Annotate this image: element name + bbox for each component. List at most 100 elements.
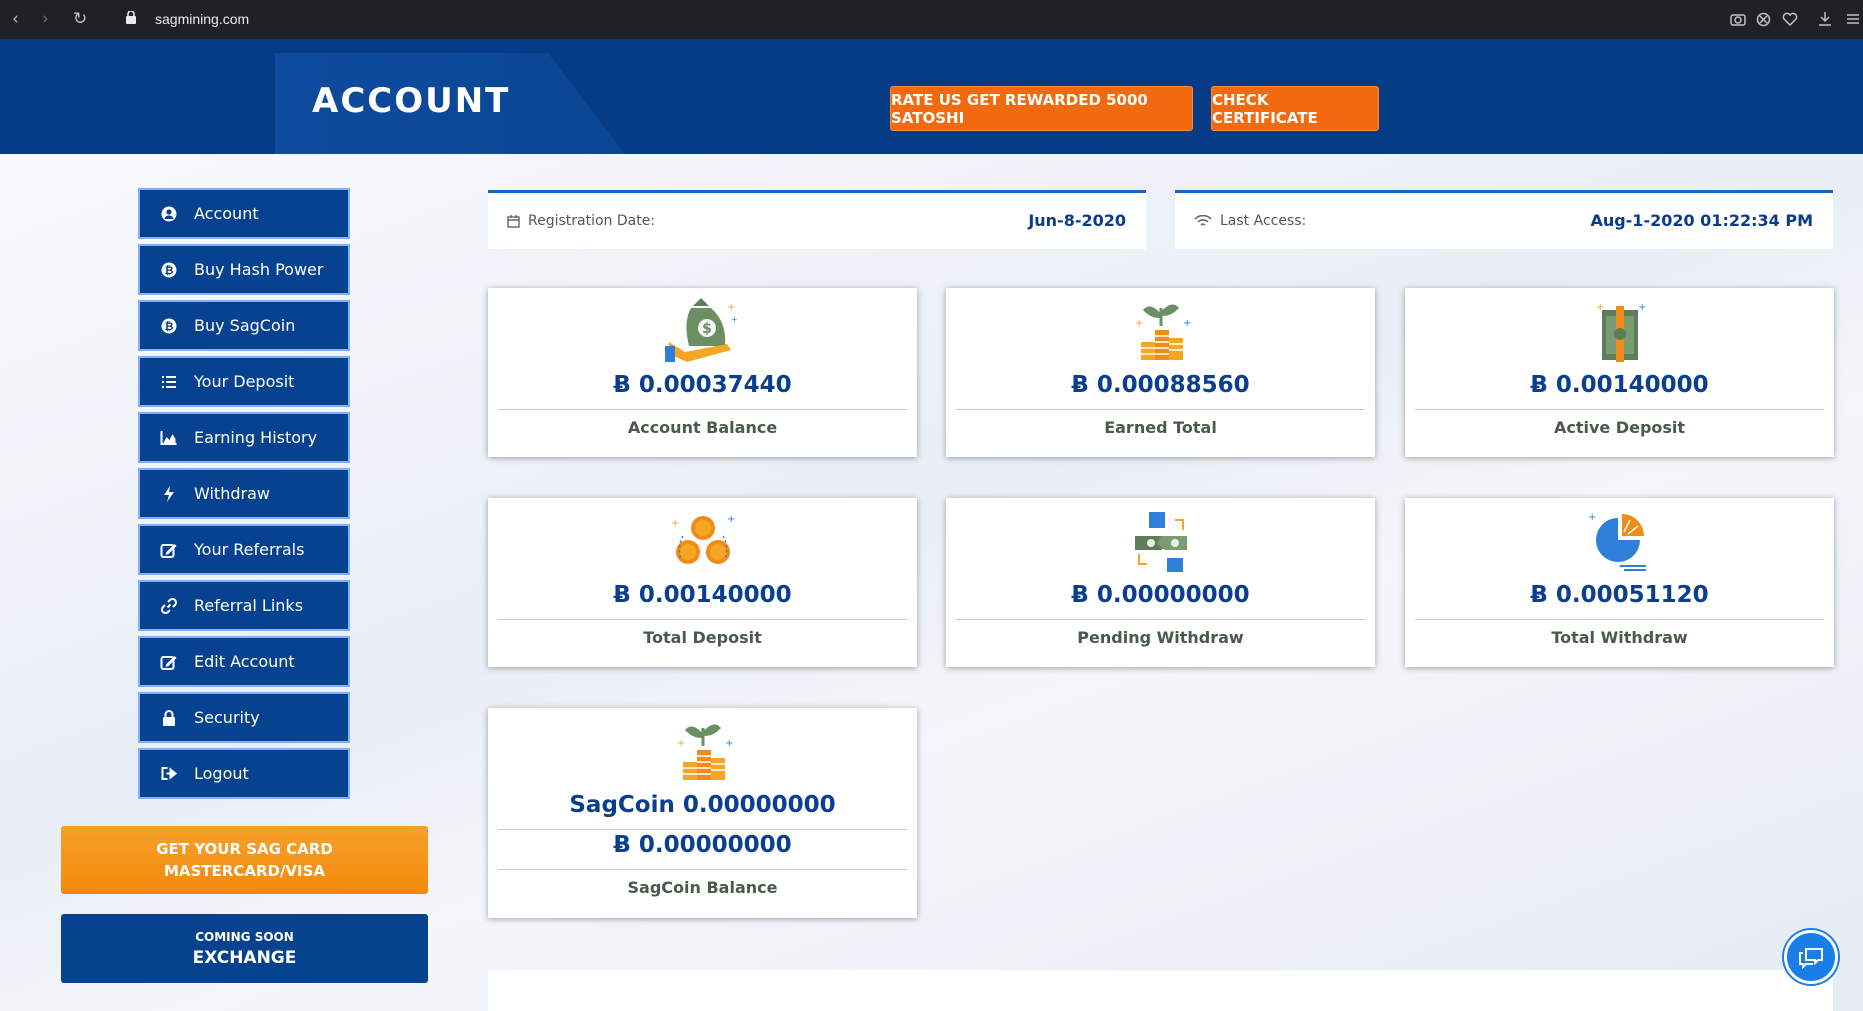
sidebar-item-security[interactable]: Security xyxy=(138,692,350,743)
sidebar-item-label: Referral Links xyxy=(194,596,304,615)
list-icon xyxy=(162,375,176,388)
address-bar[interactable]: sagmining.com xyxy=(155,11,249,27)
card-divider xyxy=(956,619,1365,620)
total-withdraw-label: Total Withdraw xyxy=(1551,628,1688,647)
menu-icon[interactable] xyxy=(1846,13,1860,25)
edit-icon xyxy=(160,655,177,670)
sag-card-promo-button[interactable]: GET YOUR SAG CARD MASTERCARD/VISA xyxy=(61,826,428,894)
promo-line: GET YOUR SAG CARD xyxy=(156,840,333,858)
svg-text:+: + xyxy=(1588,512,1596,523)
sagcoin-amount: SagCoin 0.00000000 xyxy=(569,792,836,818)
last-access-label: Last Access: xyxy=(1220,213,1307,229)
sidebar-item-label: Your Referrals xyxy=(194,540,305,559)
card-divider xyxy=(498,869,907,870)
svg-text:+: + xyxy=(727,302,735,313)
total-deposit-card: + + Ƀ 0.00140000 Total Deposit xyxy=(488,498,917,667)
active-deposit-label: Active Deposit xyxy=(1553,418,1686,437)
total-deposit-label: Total Deposit xyxy=(643,628,762,647)
calendar-icon xyxy=(507,214,520,228)
card-divider xyxy=(498,829,907,830)
registration-label: Registration Date: xyxy=(528,213,656,229)
page-title: ACCOUNT xyxy=(312,81,511,121)
card-divider xyxy=(498,619,907,620)
registration-date-value: Jun-8-2020 xyxy=(1028,211,1126,230)
reload-icon[interactable]: ↻ xyxy=(73,9,87,29)
svg-text:+: + xyxy=(1596,302,1604,313)
sidebar-item-your-deposit[interactable]: Your Deposit xyxy=(138,356,350,407)
sidebar-item-label: Buy SagCoin xyxy=(194,316,296,335)
registration-date-box: Registration Date: Jun-8-2020 xyxy=(488,190,1146,249)
coming-soon-label: COMING SOON xyxy=(195,929,294,944)
svg-text:₿: ₿ xyxy=(165,264,174,277)
sign-out-icon xyxy=(161,767,178,780)
sidebar-item-label: Buy Hash Power xyxy=(194,260,324,279)
sidebar-item-withdraw[interactable]: Withdraw xyxy=(138,468,350,519)
sidebar-item-label: Earning History xyxy=(194,428,318,447)
sidebar-item-label: Edit Account xyxy=(194,652,295,671)
card-divider xyxy=(1415,409,1824,410)
account-balance-label: Account Balance xyxy=(627,418,778,437)
sidebar-item-account[interactable]: Account xyxy=(138,188,350,239)
chat-button[interactable] xyxy=(1784,930,1838,984)
wifi-icon xyxy=(1194,214,1212,226)
lock-icon xyxy=(126,11,136,24)
svg-text:₿: ₿ xyxy=(165,320,174,333)
back-icon[interactable]: ‹ xyxy=(12,9,19,29)
last-access-value: Aug-1-2020 01:22:34 PM xyxy=(1590,211,1813,230)
active-deposit-card: + + Ƀ 0.00140000 Active Deposit xyxy=(1405,288,1834,457)
download-icon[interactable] xyxy=(1818,11,1832,26)
pending-withdraw-amount: Ƀ 0.00000000 xyxy=(1071,582,1250,608)
chat-icon xyxy=(1799,948,1823,969)
link-icon xyxy=(160,597,178,614)
promo-line: MASTERCARD/VISA xyxy=(163,862,326,880)
camera-icon[interactable] xyxy=(1730,12,1746,26)
sagcoin-btc-amount: Ƀ 0.00000000 xyxy=(613,832,792,858)
sagcoin-balance-label: SagCoin Balance xyxy=(627,878,778,897)
sagcoin-balance-card: + + SagCoin 0.00000000 Ƀ 0.00000000 SagC… xyxy=(488,708,917,918)
check-certificate-button[interactable]: CHECK CERTIFICATE xyxy=(1211,86,1379,131)
sidebar-item-label: Withdraw xyxy=(194,484,270,503)
pie-chart-icon: + xyxy=(1588,512,1646,571)
sidebar-item-referral-links[interactable]: Referral Links xyxy=(138,580,350,631)
area-chart-icon xyxy=(160,430,177,445)
rate-us-button[interactable]: RATE US GET REWARDED 5000 SATOSHI xyxy=(890,86,1193,131)
earned-total-amount: Ƀ 0.00088560 xyxy=(1071,372,1250,398)
svg-text:+: + xyxy=(731,315,738,324)
svg-text:+: + xyxy=(677,738,685,749)
sidebar-item-label: Account xyxy=(194,204,259,223)
heart-icon[interactable] xyxy=(1782,12,1798,26)
svg-text:+: + xyxy=(727,514,735,525)
pending-withdraw-card: Ƀ 0.00000000 Pending Withdraw xyxy=(946,498,1375,667)
sidebar-item-label: Logout xyxy=(194,764,249,783)
sidebar-item-edit-account[interactable]: Edit Account xyxy=(138,636,350,687)
earned-total-label: Earned Total xyxy=(1104,418,1217,437)
page-header: ACCOUNT RATE US GET REWARDED 5000 SATOSH… xyxy=(0,39,1863,154)
coins-icon: + + xyxy=(671,514,735,564)
sidebar-item-buy-hash-power[interactable]: ₿ Buy Hash Power xyxy=(138,244,350,295)
lower-panel xyxy=(488,970,1833,1011)
bolt-icon xyxy=(164,485,174,502)
sidebar-item-earning-history[interactable]: Earning History xyxy=(138,412,350,463)
earned-total-card: + + Ƀ 0.00088560 Earned Total xyxy=(946,288,1375,457)
sidebar-item-logout[interactable]: Logout xyxy=(138,748,350,799)
money-bag-icon: $ + + xyxy=(664,298,738,362)
block-icon[interactable] xyxy=(1756,12,1771,27)
exchange-promo-button[interactable]: COMING SOON EXCHANGE xyxy=(61,914,428,983)
forward-icon[interactable]: › xyxy=(42,9,49,29)
total-withdraw-card: + Ƀ 0.00051120 Total Withdraw xyxy=(1405,498,1834,667)
sidebar-item-your-referrals[interactable]: Your Referrals xyxy=(138,524,350,575)
growth-coins-icon: + + xyxy=(1135,304,1191,360)
cash-wallet-icon: + + xyxy=(1596,302,1646,362)
last-access-box: Last Access: Aug-1-2020 01:22:34 PM xyxy=(1175,190,1833,249)
browser-toolbar: ‹ › ↻ sagmining.com xyxy=(0,0,1863,39)
growth-coins-icon: + + xyxy=(677,724,733,780)
bitcoin-icon: ₿ xyxy=(161,262,177,277)
sidebar-item-buy-sagcoin[interactable]: ₿ Buy SagCoin xyxy=(138,300,350,351)
lock-icon xyxy=(163,709,175,726)
exchange-hands-icon xyxy=(1134,512,1187,572)
card-divider xyxy=(498,409,907,410)
sidebar-item-label: Security xyxy=(194,708,260,727)
total-deposit-amount: Ƀ 0.00140000 xyxy=(613,582,792,608)
card-divider xyxy=(1415,619,1824,620)
svg-text:+: + xyxy=(1135,318,1143,329)
